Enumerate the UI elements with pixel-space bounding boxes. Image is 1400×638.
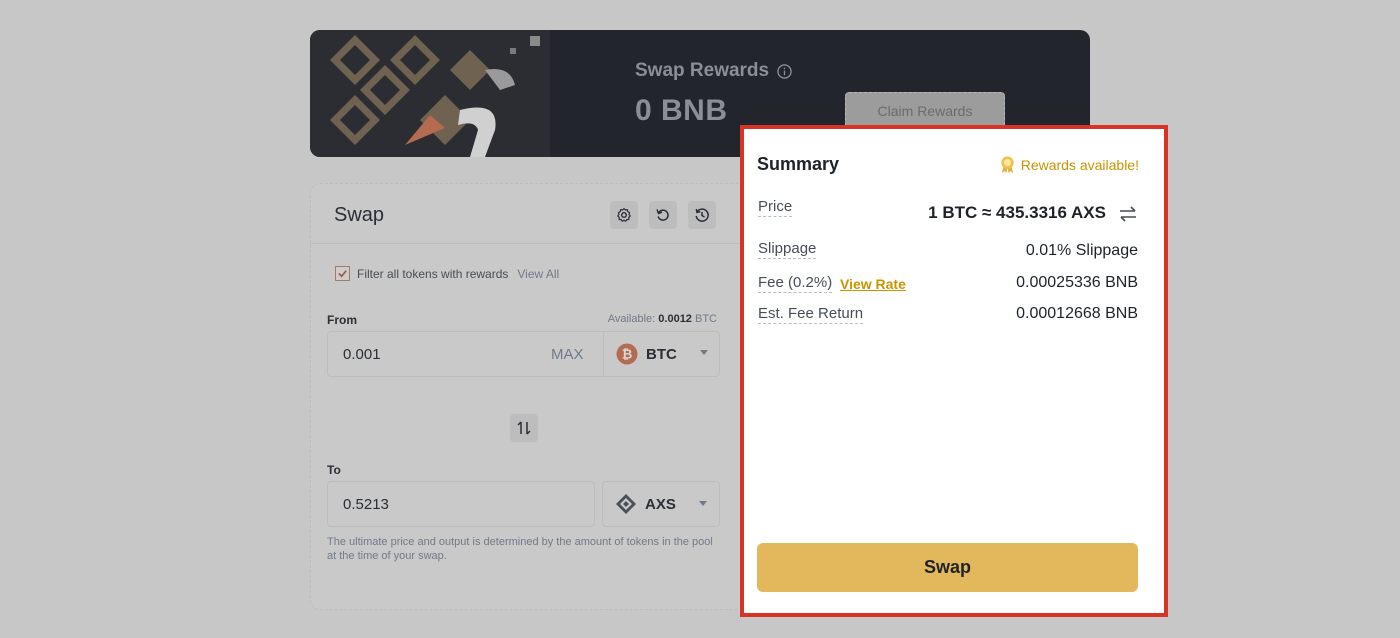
settings-button[interactable] (610, 201, 638, 229)
swap-panel: Swap Filter all tokens with rewards View… (310, 183, 750, 610)
available-amount: 0.0012 (658, 313, 692, 325)
swap-title: Swap (334, 204, 385, 226)
checkmark-icon (338, 270, 347, 278)
from-amount-field[interactable]: 0.001 MAX ₿ BTC (327, 331, 720, 377)
filter-rewards-row: Filter all tokens with rewards View All (335, 266, 559, 281)
available-unit: BTC (695, 313, 717, 325)
banner-title-text: Swap Rewards (635, 60, 770, 81)
available-label: Available: (607, 313, 656, 325)
refresh-button[interactable] (649, 201, 677, 229)
slippage-label: Slippage (758, 240, 817, 259)
info-icon[interactable] (777, 63, 792, 79)
filter-rewards-checkbox[interactable] (335, 266, 350, 281)
view-rate-link[interactable]: View Rate (840, 276, 906, 292)
chevron-down-icon (700, 350, 708, 355)
from-label: From (327, 313, 357, 327)
fee-label: Fee (0.2%) (758, 274, 833, 293)
to-token-name: AXS (645, 495, 676, 513)
from-token-name: BTC (646, 345, 677, 363)
from-amount-input[interactable]: 0.001 (343, 346, 381, 363)
price-label: Price (758, 198, 793, 217)
max-button[interactable]: MAX (551, 346, 584, 363)
refresh-icon (656, 209, 669, 221)
from-token-select[interactable]: ₿ BTC (603, 331, 720, 377)
to-amount-field[interactable]: 0.5213 (327, 481, 595, 527)
gear-icon (617, 207, 631, 222)
chevron-down-icon (699, 501, 707, 506)
switch-tokens-button[interactable] (510, 414, 538, 442)
view-all-link[interactable]: View All (517, 267, 559, 281)
history-icon (695, 208, 709, 222)
svg-text:₿: ₿ (622, 348, 633, 363)
axs-icon (616, 494, 636, 514)
swap-header: Swap (311, 184, 749, 244)
summary-panel: Summary Rewards available! Price 1 BTC ≈… (740, 125, 1168, 617)
history-button[interactable] (688, 201, 716, 229)
fee-return-value: 0.00012668 BNB (1016, 305, 1138, 322)
banner-illustration (310, 30, 550, 157)
exchange-icon[interactable] (1118, 205, 1138, 223)
summary-title: Summary (757, 154, 840, 174)
fee-value: 0.00025336 BNB (1016, 274, 1138, 291)
btc-icon: ₿ (616, 343, 638, 365)
to-label: To (327, 463, 341, 477)
award-icon (1001, 156, 1014, 174)
swap-direction-icon (517, 421, 531, 435)
filter-rewards-label: Filter all tokens with rewards (357, 266, 509, 281)
available-balance: Available: 0.0012 BTC (608, 313, 717, 325)
to-amount-input[interactable]: 0.5213 (343, 496, 389, 513)
rewards-available-badge: Rewards available! (998, 155, 1139, 174)
banner-title: Swap Rewards (635, 60, 792, 82)
price-value: 1 BTC ≈ 435.3316 AXS (928, 203, 1106, 222)
price-disclaimer: The ultimate price and output is determi… (327, 536, 713, 562)
slippage-value: 0.01% Slippage (1025, 242, 1138, 259)
to-token-select[interactable]: AXS (602, 481, 720, 527)
rewards-available-text: Rewards available! (1020, 156, 1139, 173)
swap-button[interactable]: Swap (757, 543, 1138, 592)
rewards-amount: 0 BNB (635, 94, 728, 127)
fee-return-label: Est. Fee Return (758, 305, 864, 324)
